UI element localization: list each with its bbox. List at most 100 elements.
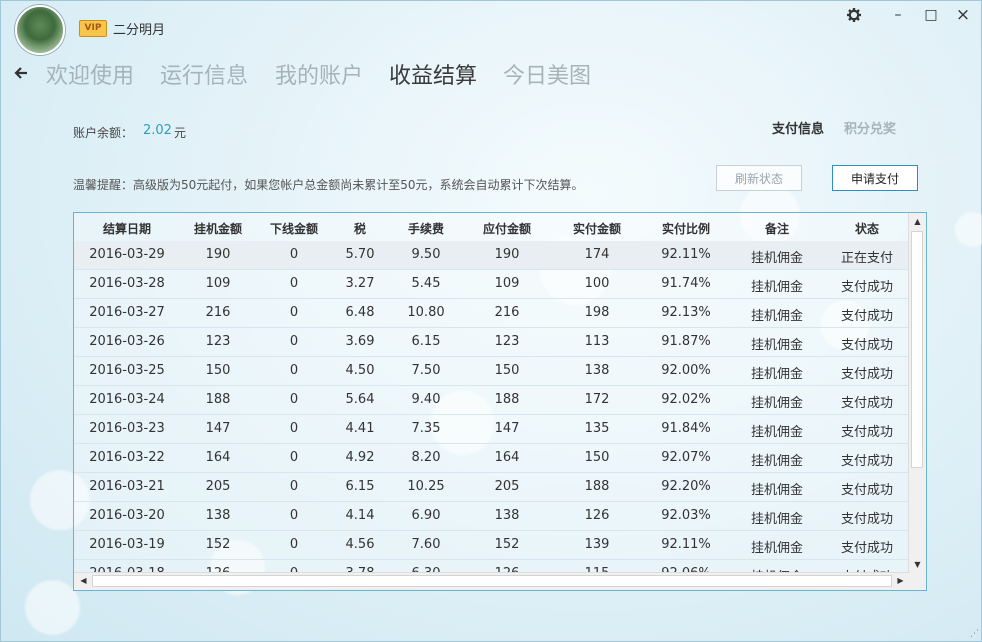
- remark-cell: 挂机佣金: [750, 280, 803, 295]
- balance-value: 2.02: [143, 123, 172, 138]
- ratio-cell: 92.00%: [661, 363, 711, 378]
- column-header: 实付金额: [572, 222, 621, 236]
- tax-cell: 6.15: [345, 479, 375, 494]
- tab-my-account[interactable]: 我的账户: [275, 58, 363, 90]
- table-row[interactable]: 2016-03-29 190 0 5.70 9.50 190 174 92.11% 挂机佣金 正在…: [74, 241, 910, 270]
- date-cell: 2016-03-24: [89, 392, 165, 407]
- table-body: 2016-03-29 190 0 5.70 9.50 190 174 92.11% 挂机佣金 正在…: [74, 241, 910, 575]
- scroll-left-arrow-icon[interactable]: ◀: [75, 573, 92, 589]
- ratio-cell: 92.20%: [661, 479, 711, 494]
- close-button[interactable]: ×: [953, 6, 973, 24]
- table-row[interactable]: 2016-03-26 123 0 3.69 6.15 123 113 91.87% 挂机佣金 支付…: [74, 328, 910, 357]
- tax-cell: 6.48: [345, 305, 375, 320]
- remark-cell: 挂机佣金: [750, 396, 803, 411]
- horizontal-scrollbar[interactable]: ◀ ▶: [74, 572, 910, 590]
- table-row[interactable]: 2016-03-27 216 0 6.48 10.80 216 198 92.13% 挂机佣金 支…: [74, 299, 910, 328]
- fee-cell: 9.40: [411, 392, 441, 407]
- ratio-cell: 91.74%: [661, 276, 711, 291]
- status-cell: 正在支付: [840, 251, 893, 266]
- status-cell: 支付成功: [840, 454, 893, 469]
- ratio-cell: 92.07%: [661, 450, 711, 465]
- scroll-down-arrow-icon[interactable]: ▼: [909, 557, 926, 573]
- table-row[interactable]: 2016-03-19 152 0 4.56 7.60 152 139 92.11% 挂机佣金 支付…: [74, 531, 910, 560]
- column-header: 结算日期: [102, 222, 151, 236]
- paid-cell: 135: [584, 421, 610, 436]
- gear-icon[interactable]: [844, 6, 864, 24]
- arrow-left-icon[interactable]: [14, 60, 28, 85]
- ratio-cell: 91.87%: [661, 334, 711, 349]
- tax-cell: 4.41: [345, 421, 375, 436]
- tax-cell: 3.27: [345, 276, 375, 291]
- status-cell: 支付成功: [840, 367, 893, 382]
- column-header: 手续费: [407, 222, 444, 236]
- minimize-button[interactable]: –: [888, 6, 908, 24]
- date-cell: 2016-03-27: [89, 305, 165, 320]
- scroll-right-arrow-icon[interactable]: ▶: [892, 573, 909, 589]
- remark-cell: 挂机佣金: [750, 454, 803, 469]
- notice-text: 温馨提醒：高级版为50元起付，如果您帐户总金额尚未累计至50元，系统会自动累计下…: [73, 178, 584, 192]
- maximize-button[interactable]: □: [921, 6, 941, 24]
- tax-cell: 5.64: [345, 392, 375, 407]
- paid-cell: 150: [584, 450, 610, 465]
- tab-daily-picture[interactable]: 今日美图: [503, 58, 591, 90]
- offline-amount-cell: 0: [289, 479, 299, 494]
- column-header: 下线金额: [269, 222, 318, 236]
- tab-pay-info[interactable]: 支付信息: [772, 118, 824, 137]
- hang-amount-cell: 150: [205, 363, 231, 378]
- apply-payment-button[interactable]: 申请支付: [832, 165, 918, 191]
- resize-grip-icon[interactable]: ⋰: [970, 629, 979, 639]
- scrollbar-corner: [909, 573, 926, 590]
- refresh-status-button[interactable]: 刷新状态: [716, 165, 802, 191]
- table-row[interactable]: 2016-03-23 147 0 4.41 7.35 147 135 91.84% 挂机佣金 支付…: [74, 415, 910, 444]
- tax-cell: 3.69: [345, 334, 375, 349]
- tab-settlement[interactable]: 收益结算: [389, 58, 477, 90]
- scroll-up-arrow-icon[interactable]: ▲: [909, 214, 926, 230]
- vertical-scroll-thumb[interactable]: [911, 231, 923, 468]
- payable-cell: 123: [494, 334, 520, 349]
- offline-amount-cell: 0: [289, 508, 299, 523]
- payable-cell: 138: [494, 508, 520, 523]
- paid-cell: 188: [584, 479, 610, 494]
- hang-amount-cell: 147: [205, 421, 231, 436]
- date-cell: 2016-03-25: [89, 363, 165, 378]
- tab-welcome[interactable]: 欢迎使用: [46, 58, 134, 90]
- hang-amount-cell: 164: [205, 450, 231, 465]
- hang-amount-cell: 138: [205, 508, 231, 523]
- tax-cell: 4.50: [345, 363, 375, 378]
- remark-cell: 挂机佣金: [750, 367, 803, 382]
- hang-amount-cell: 216: [205, 305, 231, 320]
- paid-cell: 174: [584, 247, 610, 262]
- status-cell: 支付成功: [840, 483, 893, 498]
- ratio-cell: 91.84%: [661, 421, 711, 436]
- column-header: 备注: [764, 222, 789, 236]
- date-cell: 2016-03-20: [89, 508, 165, 523]
- status-cell: 支付成功: [840, 425, 893, 440]
- payable-cell: 164: [494, 450, 520, 465]
- table-row[interactable]: 2016-03-24 188 0 5.64 9.40 188 172 92.02% 挂机佣金 支付…: [74, 386, 910, 415]
- table-row[interactable]: 2016-03-25 150 0 4.50 7.50 150 138 92.00% 挂机佣金 支付…: [74, 357, 910, 386]
- horizontal-scroll-thumb[interactable]: [92, 575, 892, 587]
- tax-cell: 4.92: [345, 450, 375, 465]
- paid-cell: 100: [584, 276, 610, 291]
- table-row[interactable]: 2016-03-20 138 0 4.14 6.90 138 126 92.03% 挂机佣金 支付…: [74, 502, 910, 531]
- avatar[interactable]: [15, 5, 65, 55]
- column-header: 实付比例: [661, 222, 710, 236]
- tab-run-info[interactable]: 运行信息: [160, 58, 248, 90]
- table-row[interactable]: 2016-03-21 205 0 6.15 10.25 205 188 92.20% 挂机佣金 支…: [74, 473, 910, 502]
- remark-cell: 挂机佣金: [750, 483, 803, 498]
- remark-cell: 挂机佣金: [750, 309, 803, 324]
- tax-cell: 4.56: [345, 537, 375, 552]
- paid-cell: 138: [584, 363, 610, 378]
- settlement-table: 结算日期 挂机金额 下线金额 税 手续费 应付金额 实付金额 实付比例 备注 状…: [73, 212, 927, 591]
- date-cell: 2016-03-29: [89, 247, 165, 262]
- hang-amount-cell: 152: [205, 537, 231, 552]
- table-row[interactable]: 2016-03-28 109 0 3.27 5.45 109 100 91.74% 挂机佣金 支付…: [74, 270, 910, 299]
- offline-amount-cell: 0: [289, 276, 299, 291]
- table-row[interactable]: 2016-03-22 164 0 4.92 8.20 164 150 92.07% 挂机佣金 支付…: [74, 444, 910, 473]
- offline-amount-cell: 0: [289, 450, 299, 465]
- ratio-cell: 92.03%: [661, 508, 711, 523]
- tab-points-redeem[interactable]: 积分兑奖: [844, 118, 896, 137]
- hang-amount-cell: 188: [205, 392, 231, 407]
- vertical-scrollbar[interactable]: ▲ ▼: [908, 213, 926, 575]
- remark-cell: 挂机佣金: [750, 425, 803, 440]
